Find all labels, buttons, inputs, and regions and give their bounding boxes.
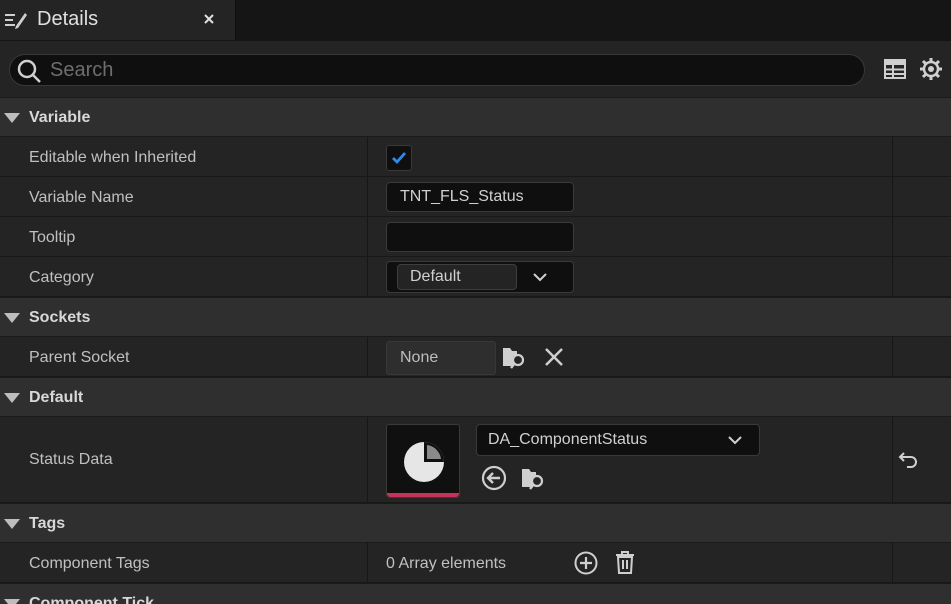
section-header-component-tick[interactable]: Component Tick — [0, 583, 951, 604]
column-divider — [892, 543, 893, 582]
property-label: Status Data — [29, 451, 113, 468]
property-row-tooltip: Tooltip — [0, 217, 951, 257]
chevron-down-icon[interactable] — [727, 433, 743, 447]
collapse-triangle-icon[interactable] — [4, 519, 20, 529]
close-icon[interactable] — [201, 11, 217, 27]
table-view-icon[interactable] — [882, 56, 908, 82]
property-label: Parent Socket — [29, 349, 130, 366]
pencil-document-icon — [4, 8, 28, 32]
property-label: Component Tags — [29, 555, 150, 572]
collapse-triangle-icon[interactable] — [4, 599, 20, 604]
section-header-variable[interactable]: Variable — [0, 97, 951, 137]
collapse-triangle-icon[interactable] — [4, 313, 20, 323]
column-divider — [892, 217, 893, 256]
search-box[interactable] — [9, 54, 865, 86]
editable-checkbox[interactable] — [386, 145, 412, 171]
tab-bar: Details — [0, 0, 951, 41]
category-combo[interactable]: Default — [386, 261, 574, 293]
category-value[interactable]: Default — [397, 264, 517, 290]
asset-type-color-bar — [387, 493, 459, 497]
search-icon — [16, 58, 42, 84]
tab-details[interactable]: Details — [0, 0, 236, 40]
column-divider — [892, 177, 893, 216]
property-row-status-data: Status Data DA_ComponentStatus — [0, 417, 951, 503]
column-divider — [892, 337, 893, 376]
browse-folder-icon[interactable] — [520, 465, 546, 491]
clear-icon[interactable] — [541, 344, 567, 370]
trash-icon[interactable] — [612, 549, 638, 575]
property-label: Editable when Inherited — [29, 149, 197, 166]
asset-thumbnail[interactable] — [386, 424, 460, 498]
section-title: Sockets — [29, 309, 91, 326]
collapse-triangle-icon[interactable] — [4, 393, 20, 403]
chevron-down-icon[interactable] — [532, 270, 548, 284]
property-row-parent-socket: Parent Socket None — [0, 337, 951, 377]
asset-name: DA_ComponentStatus — [488, 431, 648, 448]
column-divider[interactable] — [367, 137, 368, 176]
section-title: Component Tick — [29, 595, 155, 604]
tab-title: Details — [37, 8, 99, 30]
property-row-component-tags: Component Tags 0 Array elements — [0, 543, 951, 583]
add-element-icon[interactable] — [573, 550, 599, 576]
column-divider — [892, 137, 893, 176]
details-panel: Variable Editable when Inherited Variabl… — [0, 97, 951, 604]
checkmark-icon — [392, 152, 407, 165]
property-label: Category — [29, 269, 94, 286]
data-asset-icon — [404, 442, 444, 482]
details-toolbar — [0, 41, 951, 97]
column-divider — [892, 417, 893, 502]
search-input[interactable] — [50, 57, 850, 83]
column-divider[interactable] — [367, 337, 368, 376]
asset-picker-combo[interactable]: DA_ComponentStatus — [476, 424, 760, 456]
property-label: Tooltip — [29, 229, 76, 246]
use-selected-asset-icon[interactable] — [481, 465, 507, 491]
column-divider[interactable] — [367, 257, 368, 296]
section-title: Default — [29, 389, 84, 406]
variable-name-field[interactable]: TNT_FLS_Status — [386, 182, 574, 212]
column-divider[interactable] — [367, 417, 368, 502]
column-divider[interactable] — [367, 543, 368, 582]
parent-socket-field[interactable]: None — [386, 341, 496, 375]
property-row-variable-name: Variable Name TNT_FLS_Status — [0, 177, 951, 217]
array-count: 0 Array elements — [386, 555, 507, 572]
property-row-category: Category Default — [0, 257, 951, 297]
reset-to-default-icon[interactable] — [896, 447, 922, 473]
tooltip-field[interactable] — [386, 222, 574, 252]
section-header-tags[interactable]: Tags — [0, 503, 951, 543]
browse-folder-icon[interactable] — [501, 344, 527, 370]
property-row-editable: Editable when Inherited — [0, 137, 951, 177]
collapse-triangle-icon[interactable] — [4, 113, 20, 123]
gear-icon[interactable] — [918, 56, 944, 82]
property-label: Variable Name — [29, 189, 134, 206]
section-header-default[interactable]: Default — [0, 377, 951, 417]
section-header-sockets[interactable]: Sockets — [0, 297, 951, 337]
column-divider[interactable] — [367, 217, 368, 256]
section-title: Variable — [29, 109, 91, 126]
column-divider[interactable] — [367, 177, 368, 216]
section-title: Tags — [29, 515, 66, 532]
column-divider — [892, 257, 893, 296]
